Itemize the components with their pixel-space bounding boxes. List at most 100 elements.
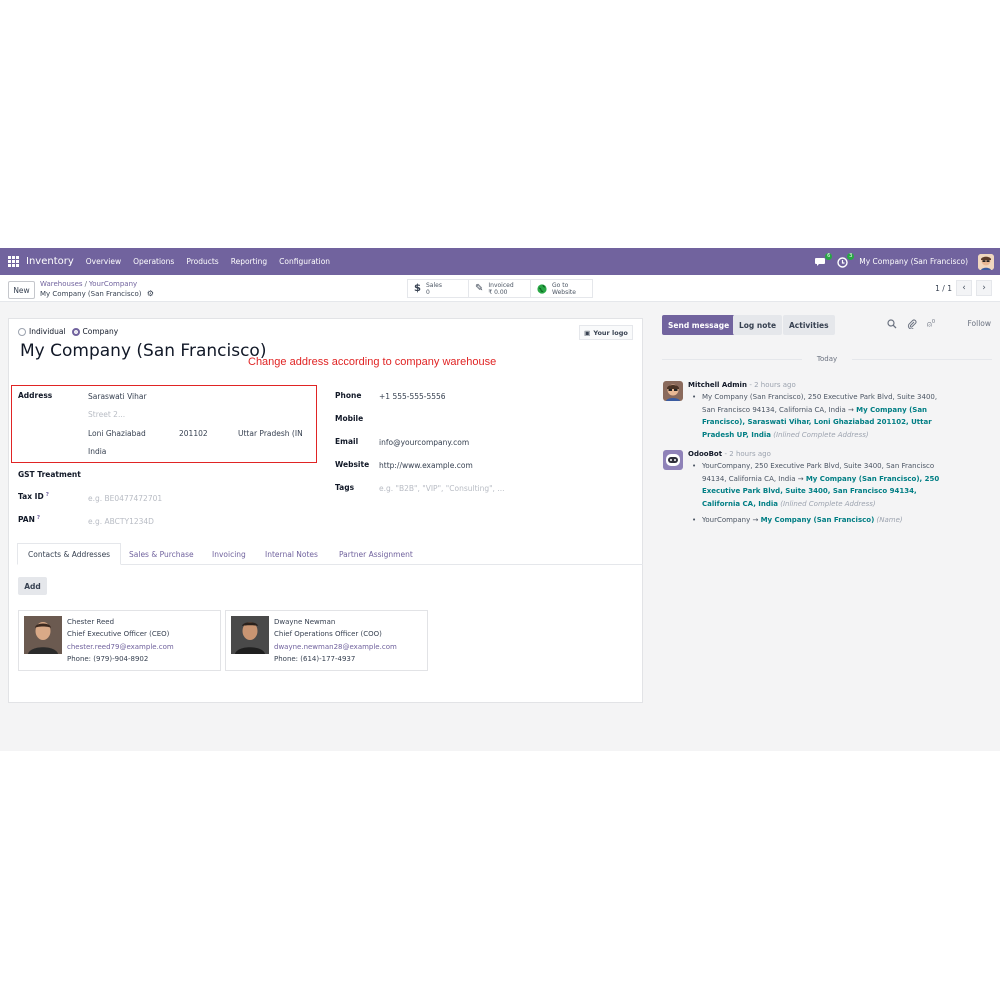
company-switcher[interactable]: My Company (San Francisco): [859, 257, 968, 266]
website-field[interactable]: http://www.example.com: [379, 461, 473, 470]
sales-smart-button[interactable]: $ Sales 0: [407, 279, 469, 298]
sales-label: Sales: [425, 281, 442, 289]
contact-photo: [24, 616, 62, 654]
activities-button[interactable]: 3: [837, 252, 855, 268]
avatar[interactable]: [663, 381, 683, 401]
control-panel: New Warehouses / YourCompany My Company (S…: [0, 275, 1000, 302]
followers-button[interactable]: ⍝0: [927, 319, 935, 330]
globe-icon: [537, 283, 547, 294]
logo-label: Your logo: [593, 328, 628, 337]
company-label[interactable]: Company: [83, 327, 119, 336]
pager-next-icon[interactable]: ›: [976, 280, 992, 296]
pager-previous-icon[interactable]: ‹: [956, 280, 972, 296]
new-value: My Company (San Francisco): [760, 516, 875, 524]
tab-sales-purchase[interactable]: Sales & Purchase: [129, 543, 194, 565]
invoiced-label: Invoiced: [488, 281, 514, 289]
contact-title: Chief Executive Officer (CEO): [67, 630, 170, 638]
activities-button[interactable]: Activities: [783, 315, 835, 335]
notebook-tabs: Contacts & Addresses Sales & Purchase In…: [17, 543, 643, 565]
menu-products[interactable]: Products: [186, 257, 218, 266]
tab-internal-notes[interactable]: Internal Notes: [265, 543, 318, 565]
tags-field[interactable]: e.g. "B2B", "VIP", "Consulting", ...: [379, 484, 504, 493]
follow-button[interactable]: Follow: [967, 319, 991, 328]
form-sheet: Individual Company ▣ Your logo My Compan…: [8, 318, 643, 703]
contact-phone: Phone: (979)-904-8902: [67, 655, 149, 663]
menu-overview[interactable]: Overview: [86, 257, 121, 266]
odoobot-avatar[interactable]: [663, 450, 683, 470]
record-name-input[interactable]: My Company (San Francisco): [20, 341, 266, 361]
author-name[interactable]: Mitchell Admin: [688, 381, 747, 389]
website-label: Website: [335, 460, 370, 469]
message-time: - 2 hours ago: [724, 450, 771, 458]
followers-count: 0: [931, 319, 935, 325]
go-to-label: Go to: [552, 281, 569, 289]
tracking-change: YourCompany → My Company (San Francisco)…: [692, 514, 952, 527]
field-name: (Inlined Complete Address): [780, 499, 876, 508]
street-field[interactable]: Saraswati Vihar: [88, 392, 147, 401]
tab-partner-assignment[interactable]: Partner Assignment: [339, 543, 413, 565]
arrow-icon: →: [797, 474, 804, 483]
menu-reporting[interactable]: Reporting: [231, 257, 267, 266]
author-name[interactable]: OdooBot: [688, 450, 722, 458]
contact-email[interactable]: dwayne.newman28@example.com: [274, 643, 397, 651]
contact-name: Chester Reed: [67, 618, 115, 626]
contact-card[interactable]: Dwayne Newman Chief Operations Officer (…: [225, 610, 428, 671]
message-author: OdooBot - 2 hours ago: [688, 450, 771, 458]
user-avatar[interactable]: [978, 253, 994, 270]
send-message-button[interactable]: Send message: [662, 315, 736, 335]
pan-help-icon[interactable]: ?: [37, 515, 40, 521]
address-label: Address: [18, 391, 53, 400]
menu-operations[interactable]: Operations: [133, 257, 174, 266]
dollar-icon: $: [414, 283, 421, 294]
log-note-button[interactable]: Log note: [733, 315, 783, 335]
phone-field[interactable]: +1 555-555-5556: [379, 392, 446, 401]
city-field[interactable]: Loni Ghaziabad: [88, 429, 146, 438]
contact-title: Chief Operations Officer (COO): [274, 630, 382, 638]
tax-id-field[interactable]: e.g. BE0477472701: [88, 494, 162, 503]
individual-label[interactable]: Individual: [29, 327, 66, 336]
pager-value[interactable]: 1 / 1: [935, 284, 952, 293]
state-field[interactable]: Uttar Pradesh (IN: [238, 429, 303, 438]
invoiced-smart-button[interactable]: ✎ Invoiced ₹ 0.00: [468, 279, 531, 298]
pan-label-wrap: PAN?: [18, 515, 40, 524]
menu-configuration[interactable]: Configuration: [279, 257, 330, 266]
go-to-website-button[interactable]: Go to Website: [530, 279, 593, 298]
add-contact-button[interactable]: Add: [18, 577, 47, 595]
contact-name: Dwayne Newman: [274, 618, 336, 626]
company-type-selector: Individual Company: [18, 327, 118, 336]
individual-radio[interactable]: [18, 327, 26, 336]
pager: 1 / 1 ‹ ›: [935, 280, 992, 296]
country-field[interactable]: India: [88, 447, 106, 456]
app-name[interactable]: Inventory: [26, 256, 74, 267]
date-separator: Today: [662, 355, 992, 363]
contact-email[interactable]: chester.reed79@example.com: [67, 643, 174, 651]
messages-button[interactable]: 6: [815, 252, 833, 267]
company-radio[interactable]: [71, 327, 80, 336]
breadcrumb: Warehouses / YourCompany My Company (San F…: [40, 280, 154, 298]
phone-label: Phone: [335, 391, 362, 400]
contact-phone: Phone: (614)-177-4937: [274, 655, 356, 663]
arrow-icon: →: [848, 405, 854, 414]
tab-contacts-addresses[interactable]: Contacts & Addresses: [17, 543, 122, 565]
street2-field[interactable]: Street 2...: [88, 410, 125, 419]
top-navbar: Inventory Overview Operations Products R…: [0, 248, 1000, 275]
old-value: YourCompany: [702, 516, 751, 524]
tax-id-help-icon[interactable]: ?: [46, 492, 49, 498]
tracking-change: My Company (San Francisco), 250 Executiv…: [692, 391, 952, 441]
activities-count-badge: 3: [847, 252, 855, 260]
logo-upload-button[interactable]: ▣ Your logo: [579, 325, 633, 340]
breadcrumb-yourcompany[interactable]: YourCompany: [89, 280, 137, 288]
contact-card[interactable]: Chester Reed Chief Executive Officer (CE…: [18, 610, 221, 671]
search-icon[interactable]: [887, 319, 897, 329]
zip-field[interactable]: 201102: [179, 429, 208, 438]
gst-treatment-label: GST Treatment: [18, 470, 81, 479]
email-field[interactable]: info@yourcompany.com: [379, 438, 469, 447]
chatter-toolbar-icons: ⍝0: [887, 319, 935, 330]
gear-icon[interactable]: ⚙: [147, 289, 154, 298]
breadcrumb-warehouses[interactable]: Warehouses: [40, 280, 83, 288]
pan-field[interactable]: e.g. ABCTY1234D: [88, 517, 154, 526]
paperclip-icon[interactable]: [907, 319, 917, 329]
tab-invoicing[interactable]: Invoicing: [212, 543, 246, 565]
new-button[interactable]: New: [8, 281, 35, 299]
apps-grid-icon[interactable]: [8, 256, 19, 267]
